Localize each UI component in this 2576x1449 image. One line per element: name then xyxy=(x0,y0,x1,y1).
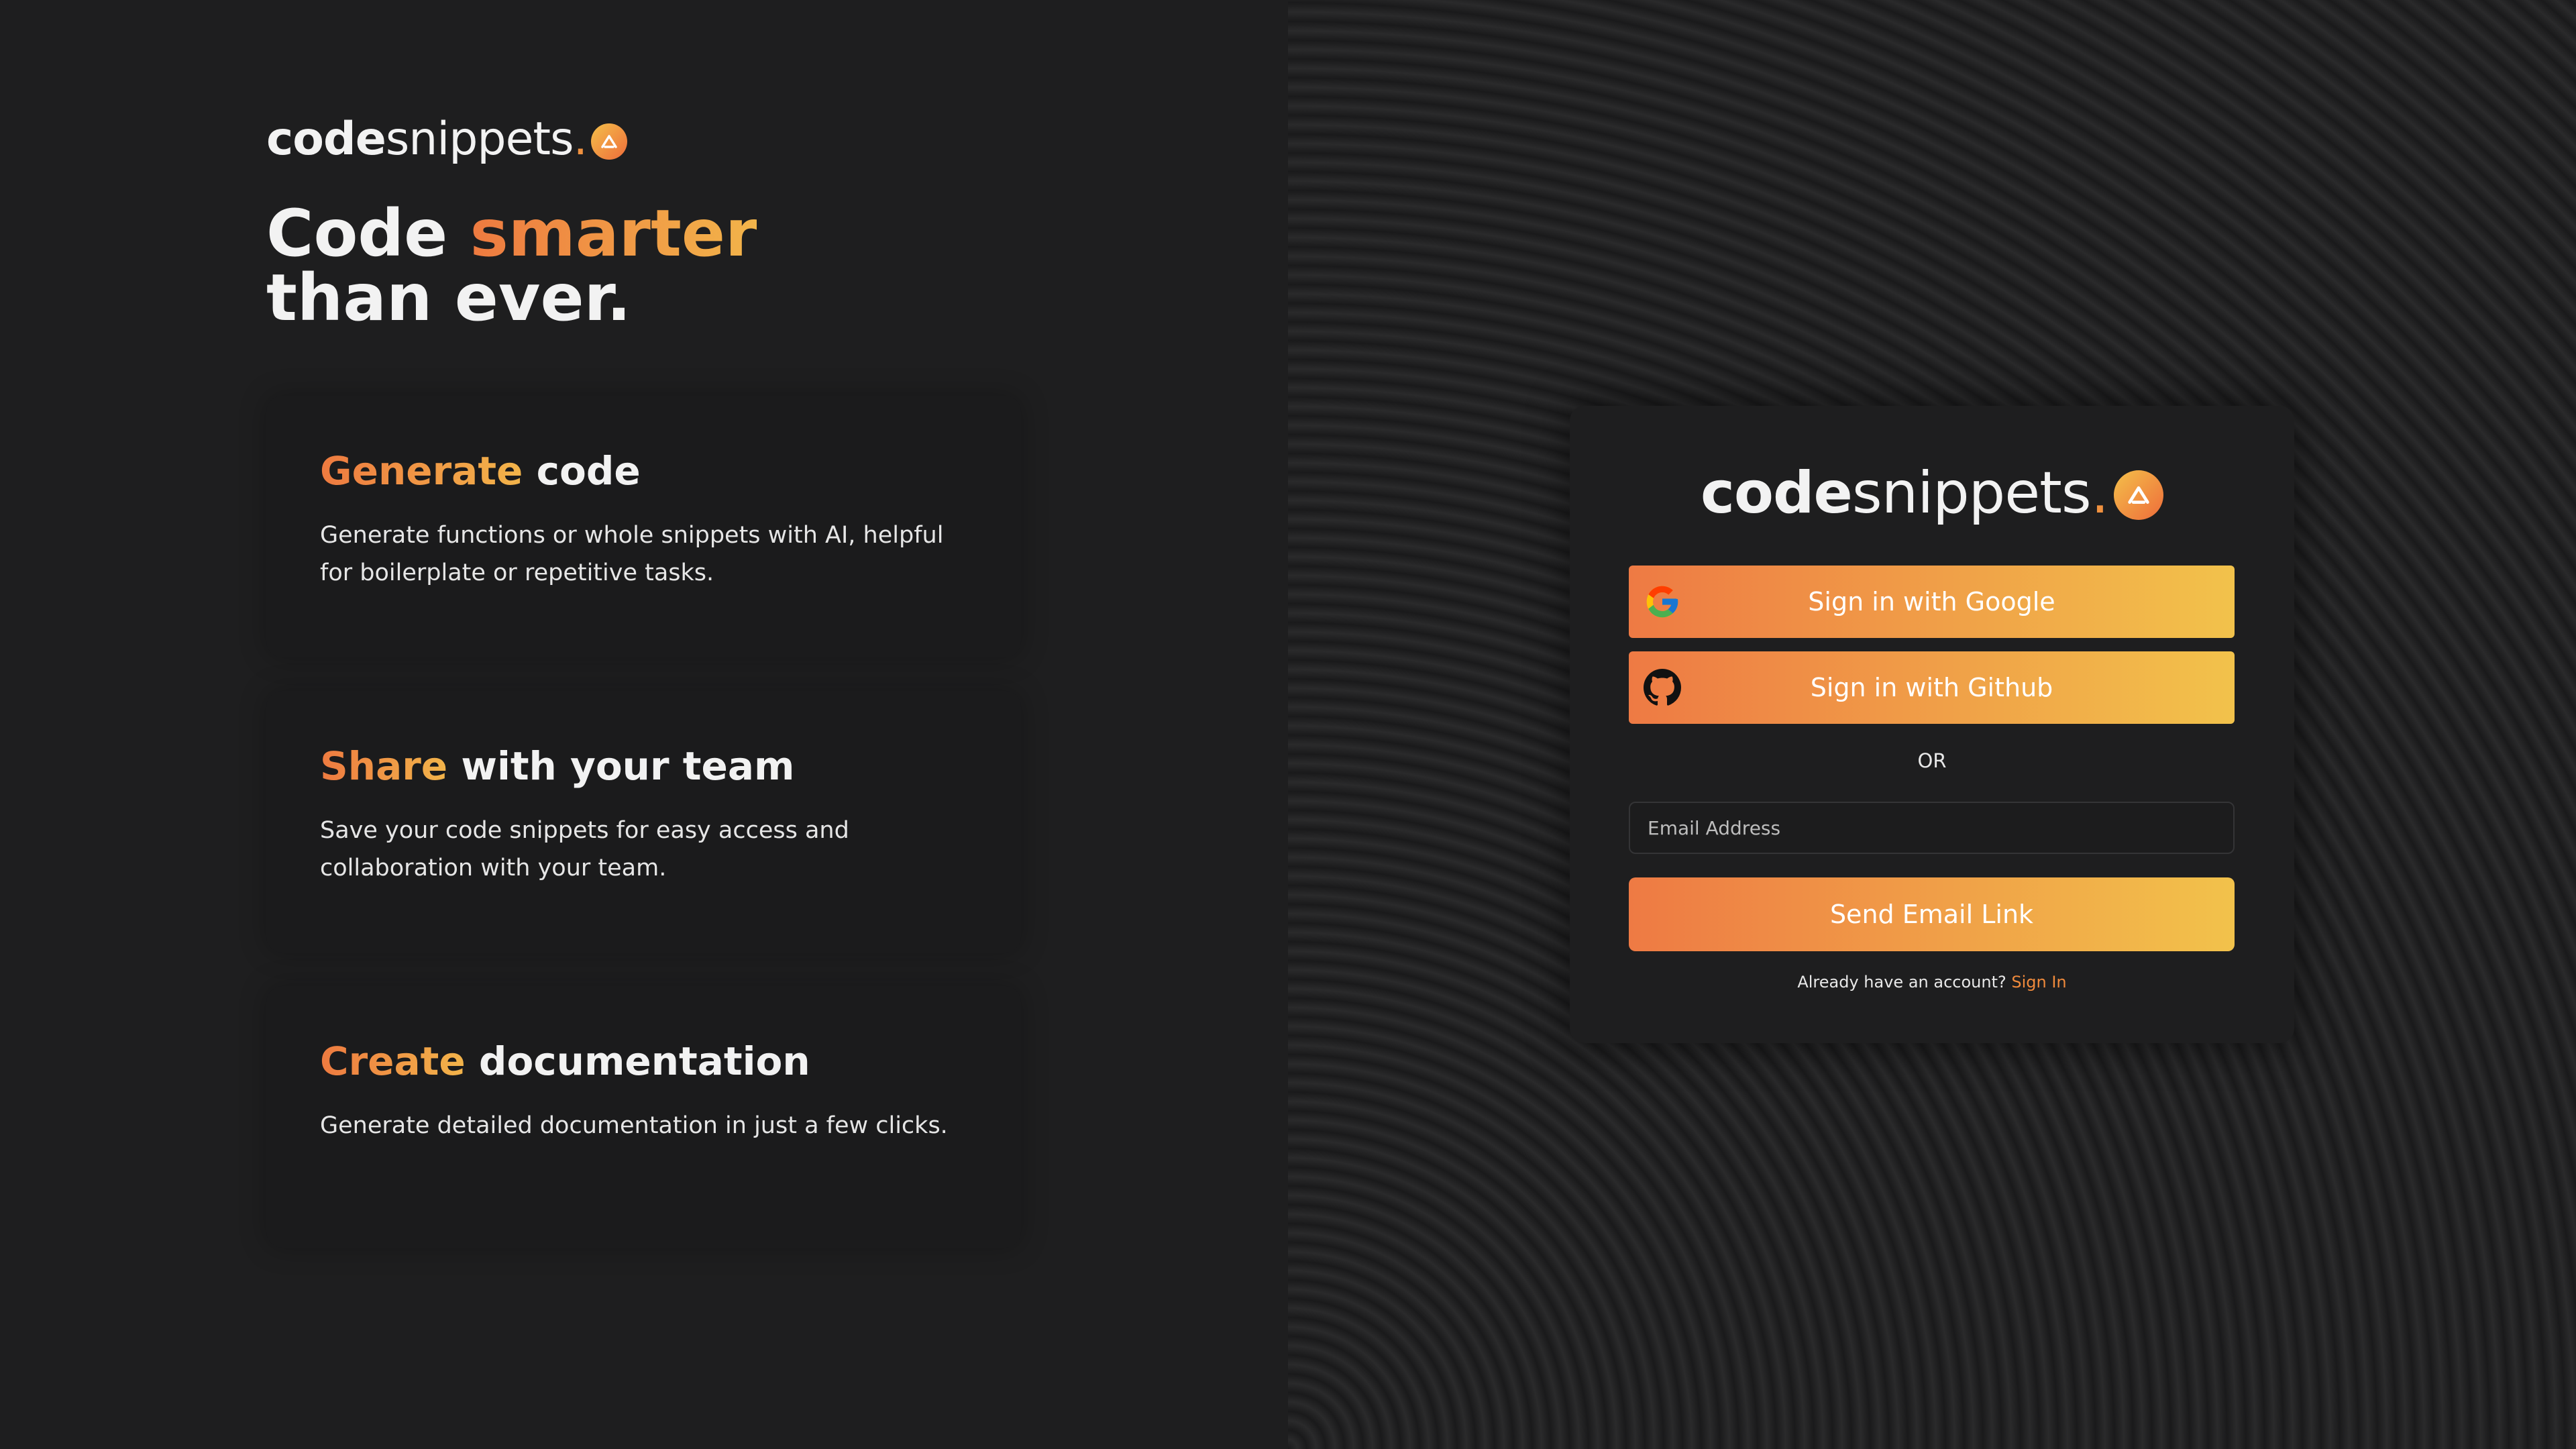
account-prompt-line: Already have an account? Sign In xyxy=(1570,973,2294,991)
caret-up-icon xyxy=(591,123,628,160)
brand-name-dot: . xyxy=(573,113,588,166)
feature-title-accent: Share xyxy=(320,743,448,789)
brand-logo: code snippets. xyxy=(266,113,628,166)
card-brand-logo: code snippets. xyxy=(1570,460,2294,527)
hero-headline: Code smarter than ever. xyxy=(266,201,757,330)
feature-title: Create documentation xyxy=(320,1038,810,1084)
caret-up-icon xyxy=(2114,470,2164,520)
feature-title-rest: documentation xyxy=(478,1038,810,1084)
or-divider-label: OR xyxy=(1917,749,1947,772)
feature-card-share: Share with your team Save your code snip… xyxy=(266,691,1021,953)
feature-card-generate: Generate code Generate functions or whol… xyxy=(266,396,1021,657)
left-panel: code snippets. Code smarter than ever. Ge… xyxy=(0,0,1288,1449)
feature-description: Save your code snippets for easy access … xyxy=(320,817,849,881)
google-signin-button[interactable]: Sign in with Google xyxy=(1629,566,2235,638)
signin-card: code snippets. Sign in with Google Sign i… xyxy=(1570,406,2294,1043)
feature-description: Generate functions or whole snippets wit… xyxy=(320,522,944,586)
feature-description: Generate detailed documentation in just … xyxy=(320,1112,948,1139)
feature-title-accent: Create xyxy=(320,1038,466,1084)
signin-link[interactable]: Sign In xyxy=(2011,973,2066,991)
headline-line2: than ever. xyxy=(266,260,631,335)
email-field[interactable] xyxy=(1629,802,2235,854)
feature-title: Share with your team xyxy=(320,743,794,789)
github-signin-button[interactable]: Sign in with Github xyxy=(1629,651,2235,724)
feature-title-accent: Generate xyxy=(320,448,523,494)
github-signin-label: Sign in with Github xyxy=(1810,673,2053,702)
feature-title: Generate code xyxy=(320,448,641,494)
brand-name-light: snippets xyxy=(1851,460,2092,527)
account-prompt-text: Already have an account? xyxy=(1797,973,2006,991)
send-email-link-label: Send Email Link xyxy=(1829,900,2034,929)
brand-name-light: snippets xyxy=(385,113,574,166)
feature-title-rest: code xyxy=(536,448,641,494)
feature-card-documentation: Create documentation Generate detailed d… xyxy=(266,986,1021,1248)
google-icon xyxy=(1644,583,1681,621)
feature-title-rest: with your team xyxy=(461,743,795,789)
brand-name-dot: . xyxy=(2090,460,2109,527)
brand-name-bold: code xyxy=(1700,460,1853,527)
github-icon xyxy=(1644,669,1681,706)
send-email-link-button[interactable]: Send Email Link xyxy=(1629,877,2235,951)
google-signin-label: Sign in with Google xyxy=(1808,587,2055,616)
brand-name-bold: code xyxy=(266,113,386,166)
